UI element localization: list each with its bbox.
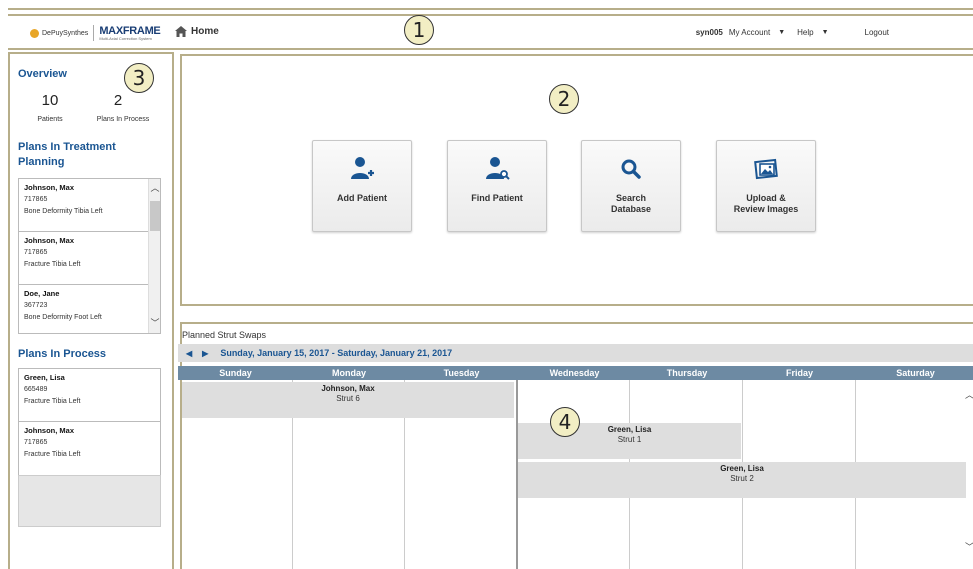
calendar-title: Planned Strut Swaps <box>182 330 267 340</box>
maxframe-logo: MAXFRAME Multi-Axial Correction System <box>99 24 161 41</box>
day-header-wednesday: Wednesday <box>549 368 600 378</box>
logout-link[interactable]: Logout <box>865 28 889 37</box>
plan-patient-id: 367723 <box>24 302 48 309</box>
list-item[interactable]: Doe, Jane 367723 Bone Deformity Foot Lef… <box>19 285 160 333</box>
maxframe-logo-text: MAXFRAME <box>99 24 161 37</box>
plans-in-process-count: 2 <box>113 92 123 109</box>
add-patient-icon <box>349 155 375 183</box>
treatment-planning-title: Plans In Treatment Planning <box>18 141 116 168</box>
plans-in-process-title: Plans In Process <box>18 348 107 360</box>
event-patient-name: Green, Lisa <box>720 464 764 473</box>
plan-patient-id: 717865 <box>24 439 48 446</box>
event-detail: Strut 6 <box>336 394 360 403</box>
plan-patient-name: Doe, Jane <box>24 289 60 298</box>
event-detail: Strut 2 <box>730 474 754 483</box>
day-header-monday: Monday <box>331 368 366 378</box>
depuy-logo: DePuySynthes <box>30 28 89 38</box>
day-header-sunday: Sunday <box>219 368 252 378</box>
search-database-button[interactable]: Search Database <box>581 140 681 232</box>
overview-title: Overview <box>18 68 67 80</box>
plan-patient-id: 717865 <box>24 249 48 256</box>
depuy-logo-text: DePuySynthes <box>42 29 89 37</box>
treatment-plans-list: Johnson, Max 717865 Bone Deformity Tibia… <box>18 178 161 334</box>
calendar-range: Sunday, January 15, 2017 - Saturday, Jan… <box>220 348 453 358</box>
treatment-planning-title-line2: Planning <box>18 156 65 168</box>
list-item[interactable]: Johnson, Max 717865 Fracture Tibia Left <box>19 422 160 475</box>
home-icon <box>175 26 187 37</box>
search-database-label: Search Database <box>610 193 652 214</box>
top-header: DePuySynthes MAXFRAME Multi-Axial Correct… <box>8 14 973 50</box>
plan-patient-id: 665489 <box>24 386 48 393</box>
my-account-menu[interactable]: My Account <box>729 28 770 37</box>
patients-label: Patients <box>37 116 63 123</box>
calendar-scrollbar[interactable]: ︿ ﹀ <box>965 380 973 569</box>
callout-2: 2 <box>549 84 579 114</box>
scroll-down-icon[interactable]: ﹀ <box>150 316 160 329</box>
add-patient-label: Add Patient <box>336 193 387 203</box>
strut-swap-calendar: Planned Strut Swaps ◀ ▶ Sunday, January … <box>178 322 973 569</box>
day-header-thursday: Thursday <box>666 368 708 378</box>
upload-review-images-button[interactable]: Upload & Review Images <box>716 140 816 232</box>
calendar-event[interactable]: Johnson, Max Strut 6 <box>182 382 514 418</box>
maxframe-tagline: Multi-Axial Correction System <box>99 35 152 41</box>
plan-condition: Fracture Tibia Left <box>24 261 81 268</box>
calendar-event[interactable]: Green, Lisa Strut 2 <box>518 462 966 498</box>
images-icon <box>754 155 778 183</box>
next-week-icon[interactable]: ▶ <box>202 349 208 358</box>
plan-condition: Fracture Tibia Left <box>24 451 81 458</box>
list-item[interactable]: Johnson, Max 717865 Fracture Tibia Left <box>19 232 160 285</box>
plan-patient-name: Johnson, Max <box>24 183 75 192</box>
list-item[interactable]: Green, Lisa 665489 Fracture Tibia Left <box>19 369 160 422</box>
treatment-planning-title-line1: Plans In Treatment <box>18 141 116 153</box>
search-icon <box>620 155 642 183</box>
help-menu[interactable]: Help <box>797 28 813 37</box>
scroll-down-icon[interactable]: ﹀ <box>965 540 973 553</box>
scrollbar-thumb[interactable] <box>150 201 160 231</box>
day-header-friday: Friday <box>785 368 813 378</box>
home-link[interactable]: Home <box>175 26 219 37</box>
patients-count: 10 <box>41 92 59 109</box>
top-nav: syn005 My Account ▼ Help ▼ Logout <box>684 28 889 37</box>
username: syn005 <box>695 28 723 37</box>
event-patient-name: Johnson, Max <box>321 384 375 393</box>
overview-sidebar: Overview 3 10 2 Patients Plans In Proces… <box>8 52 174 569</box>
callout-3: 3 <box>124 63 154 93</box>
process-plans-list: Green, Lisa 665489 Fracture Tibia Left J… <box>18 368 161 476</box>
add-patient-button[interactable]: Add Patient <box>312 140 412 232</box>
find-patient-button[interactable]: Find Patient <box>447 140 547 232</box>
plan-condition: Fracture Tibia Left <box>24 398 81 405</box>
my-account-caret-icon[interactable]: ▼ <box>778 29 785 36</box>
event-detail: Strut 1 <box>617 435 642 444</box>
plan-patient-name: Johnson, Max <box>24 236 75 245</box>
plan-condition: Bone Deformity Foot Left <box>24 314 102 321</box>
plan-condition: Bone Deformity Tibia Left <box>24 208 103 215</box>
scroll-up-icon[interactable]: ︿ <box>965 388 973 401</box>
scroll-up-icon[interactable]: ︿ <box>150 181 160 194</box>
quick-actions-panel: 2 Add Patient Find Patient Search Databa… <box>180 54 973 306</box>
find-patient-label: Find Patient <box>471 193 523 203</box>
day-header-tuesday: Tuesday <box>443 368 480 378</box>
previous-week-icon[interactable]: ◀ <box>186 349 192 358</box>
find-patient-icon <box>484 155 510 183</box>
list-item[interactable]: Johnson, Max 717865 Bone Deformity Tibia… <box>19 179 160 232</box>
plans-in-process-label: Plans In Process <box>96 116 150 123</box>
callout-1: 1 <box>404 15 434 45</box>
help-caret-icon[interactable]: ▼ <box>822 29 829 36</box>
depuy-logo-mark <box>30 28 39 38</box>
treatment-list-scrollbar[interactable]: ︿ ﹀ <box>148 179 160 333</box>
empty-list-area <box>18 475 161 527</box>
top-frame-line <box>8 8 973 10</box>
plan-patient-id: 717865 <box>24 196 48 203</box>
calendar-nav: ◀ ▶ Sunday, January 15, 2017 - Saturday,… <box>178 344 973 362</box>
plan-patient-name: Green, Lisa <box>24 373 65 382</box>
app-root: DePuySynthes MAXFRAME Multi-Axial Correct… <box>0 0 973 569</box>
upload-review-images-label: Upload & Review Images <box>733 193 799 214</box>
logo-divider <box>93 25 95 41</box>
home-label: Home <box>191 26 219 37</box>
day-header-saturday: Saturday <box>896 368 935 378</box>
brand-logo[interactable]: DePuySynthes MAXFRAME Multi-Axial Correct… <box>30 24 161 42</box>
plan-patient-name: Johnson, Max <box>24 426 75 435</box>
calendar-day-header: Sunday Monday Tuesday Wednesday Thursday… <box>178 366 973 380</box>
callout-4: 4 <box>550 407 580 437</box>
